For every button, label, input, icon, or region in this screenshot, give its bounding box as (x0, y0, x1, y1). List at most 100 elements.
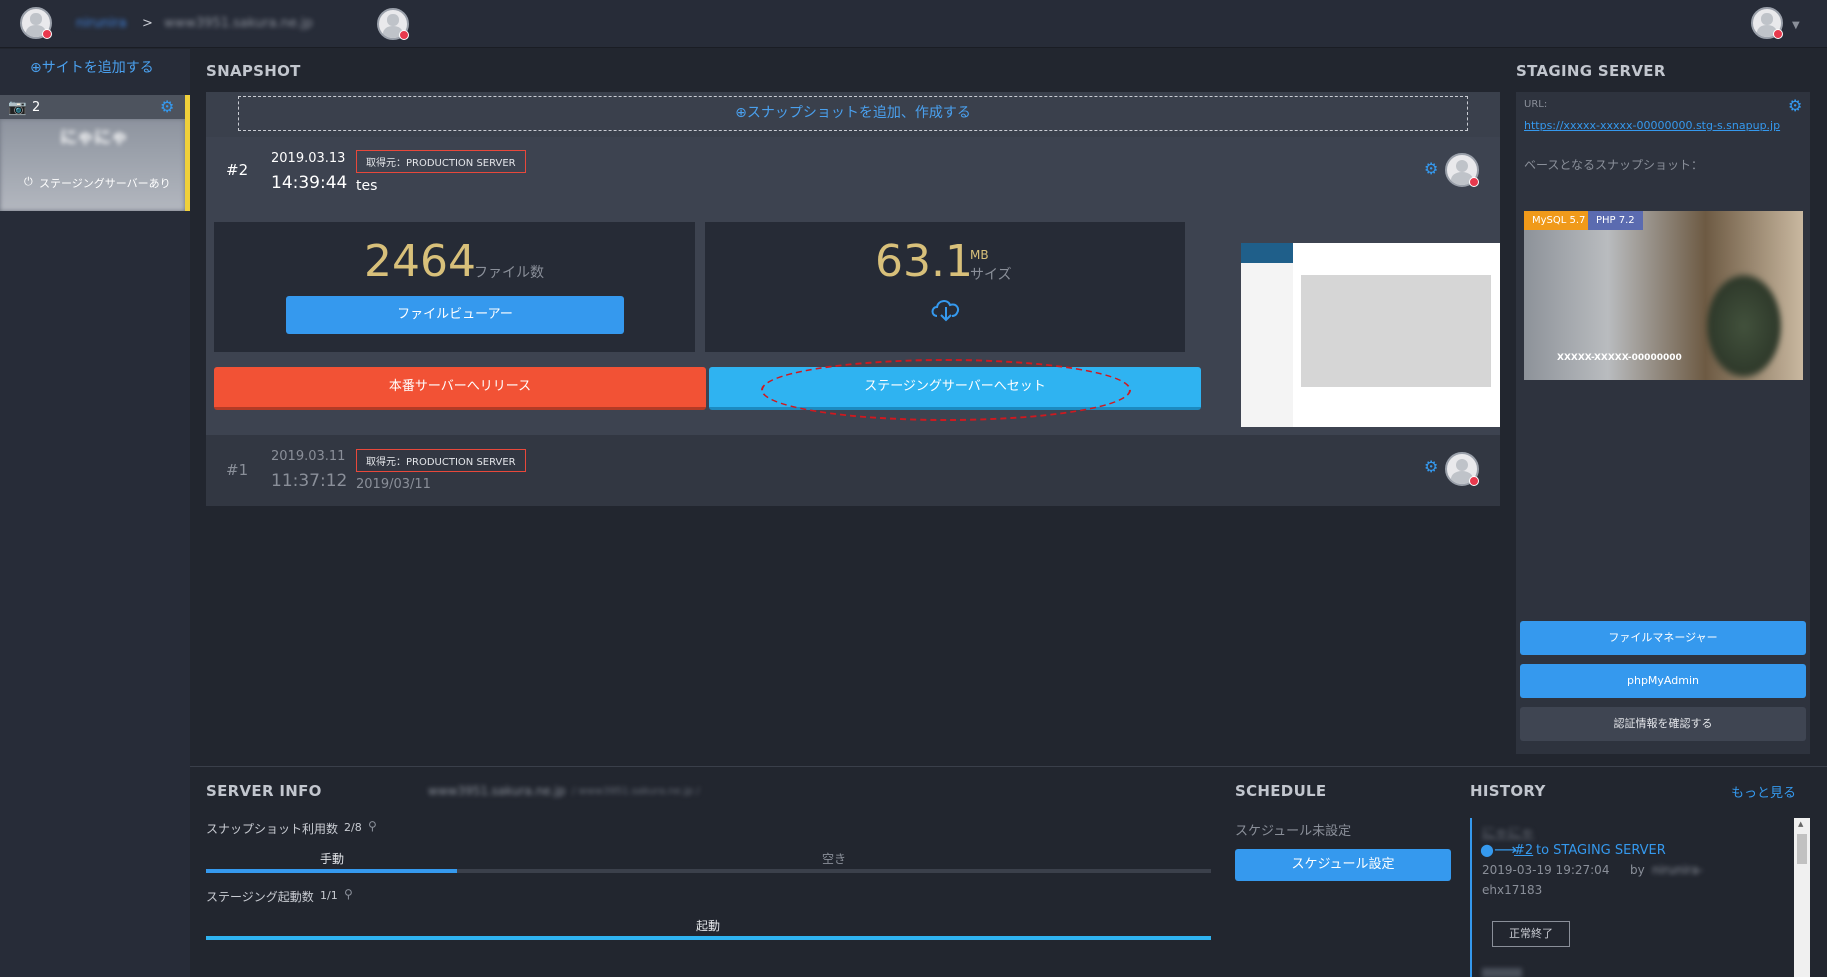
auth-info-button[interactable]: 認証情報を確認する (1520, 707, 1806, 741)
staging-usage-label: ステージング起動数 (206, 890, 314, 904)
staging-url-label: URL: (1524, 99, 1548, 110)
manual-label: 手動 (320, 852, 345, 866)
top-bar: nirunira > www3951.sakura.ne.jp ▼ (0, 0, 1827, 48)
file-count-value: 2464 (364, 236, 476, 287)
site-name-link[interactable]: www3951.sakura.ne.jp (164, 16, 313, 31)
running-label: 起動 (696, 919, 721, 933)
snapshot-number: #1 (226, 461, 249, 479)
site-avatar-dot (399, 30, 409, 40)
snapshot-settings-gear-icon[interactable]: ⚙ (1424, 159, 1438, 178)
file-count-label: ファイル数 (474, 265, 544, 281)
power-icon: ⏻ (24, 175, 33, 188)
snapshot-count: 2 (32, 100, 41, 115)
snapshot-author-dot (1469, 476, 1479, 486)
staging-status-label: ステージングサーバーあり (39, 177, 171, 190)
pin-icon: ⚲ (368, 819, 377, 833)
snapshot-comment: tes (356, 178, 378, 194)
staging-url-link[interactable]: https://xxxxx-xxxxx-00000000.stg-s.snapu… (1524, 119, 1780, 132)
bottom-divider (190, 766, 1827, 767)
snapshot-time: 11:37:12 (271, 471, 348, 491)
snapshot-title: SNAPSHOT (206, 62, 301, 80)
staging-usage-bar-fill (206, 936, 1211, 940)
snapshot-usage-bar-fill (206, 869, 458, 873)
staging-preview[interactable]: MySQL 5.7 PHP 7.2 XXXXX-XXXXX-00000000 (1524, 211, 1803, 380)
snapshot-number: #2 (226, 161, 249, 179)
site-card-title: にゃにゃ (60, 128, 128, 148)
plus-circle-icon: ⊕ (30, 60, 42, 76)
add-site-label: サイトを追加する (41, 60, 154, 76)
snapshot-item-2: #2 2019.03.13 14:39:44 取得元：PRODUCTION SE… (206, 137, 1500, 435)
history-target: to STAGING SERVER (1536, 843, 1666, 858)
snapshot-date: 2019.03.11 (271, 449, 346, 464)
pin-icon: ⚲ (344, 887, 353, 901)
staging-title: STAGING SERVER (1516, 62, 1666, 80)
add-site-button[interactable]: ⊕サイトを追加する (30, 57, 154, 77)
server-host: www3951.sakura.ne.jp (428, 784, 566, 798)
site-card[interactable]: 📷 2 ⚙ にゃにゃ ⏻ ステージングサーバーあり (0, 95, 190, 211)
history-list: にゃにゃ ●⟶ #2 to STAGING SERVER 2019-03-19 … (1470, 818, 1812, 977)
plus-circle-icon: ⊕ (735, 105, 747, 121)
history-site: にゃにゃ (1482, 826, 1535, 841)
schedule-status: スケジュール未設定 (1235, 824, 1352, 839)
snapshot-usage-bar (206, 869, 1211, 873)
history-more-link[interactable]: もっと見る (1731, 782, 1796, 801)
base-snapshot-label: ベースとなるスナップショット： (1524, 158, 1704, 172)
history-user-id: ehx17183 (1482, 883, 1543, 897)
staging-usage-value: 1/1 (320, 889, 338, 902)
file-manager-button[interactable]: ファイルマネージャー (1520, 621, 1806, 655)
snapshot-source-tag: 取得元：PRODUCTION SERVER (356, 449, 526, 472)
size-unit: MB (970, 248, 989, 262)
size-value: 63.1 (875, 236, 973, 287)
file-count-box: 2464 ファイル数 ファイルビューアー (214, 222, 695, 352)
snapshot-date: 2019.03.13 (271, 151, 346, 166)
snapshot-comment: 2019/03/11 (356, 477, 431, 492)
preview-image-placeholder (1301, 275, 1491, 387)
size-box: 63.1 MB サイズ (705, 222, 1185, 352)
schedule-settings-button[interactable]: スケジュール設定 (1235, 849, 1451, 881)
snapshot-preview[interactable] (1241, 200, 1500, 427)
preview-caption: XXXXX-XXXXX-00000000 (1557, 353, 1682, 363)
add-snapshot-label: スナップショットを追加、作成する (746, 105, 971, 121)
snapshot-settings-gear-icon[interactable]: ⚙ (1424, 457, 1438, 476)
history-next-site (1482, 968, 1522, 977)
site-sidebar: ⊕サイトを追加する 📷 2 ⚙ にゃにゃ ⏻ ステージングサーバーあり (0, 49, 190, 977)
chevron-down-icon[interactable]: ▼ (1792, 20, 1800, 31)
snapshot-time: 14:39:44 (271, 173, 348, 193)
staging-panel: URL: ⚙ https://xxxxx-xxxxx-00000000.stg-… (1516, 92, 1810, 754)
history-user: nirunira- (1652, 863, 1704, 877)
file-viewer-button[interactable]: ファイルビューアー (286, 296, 624, 334)
snapshot-usage-label: スナップショット利用数 (206, 822, 339, 836)
snapshot-author-dot (1469, 177, 1479, 187)
scrollbar-thumb[interactable] (1797, 834, 1807, 864)
phpmyadmin-button[interactable]: phpMyAdmin (1520, 664, 1806, 698)
history-title: HISTORY (1470, 782, 1546, 800)
staging-button-highlight-ellipse (761, 359, 1131, 421)
preview-sidebar-tab (1241, 243, 1293, 263)
server-host-sub: / www3951.sakura.ne.jp / (572, 786, 700, 797)
notification-dot (42, 29, 52, 39)
preview-sidebar (1241, 263, 1293, 427)
snapshot-usage-value: 2/8 (344, 821, 362, 834)
camera-icon: 📷 (8, 98, 27, 116)
scrollbar-up-arrow[interactable]: ▲ (1798, 820, 1803, 828)
add-snapshot-button[interactable]: ⊕スナップショットを追加、作成する (238, 96, 1468, 131)
snapshot-item-1: #1 2019.03.11 11:37:12 取得元：PRODUCTION SE… (206, 435, 1500, 506)
release-to-production-button[interactable]: 本番サーバーへリリース (214, 367, 706, 410)
staging-settings-gear-icon[interactable]: ⚙ (1788, 96, 1802, 115)
site-card-header (0, 95, 185, 119)
schedule-title: SCHEDULE (1235, 782, 1327, 800)
arrow-right-icon: ●⟶ (1480, 840, 1517, 859)
mysql-badge: MySQL 5.7 (1524, 211, 1594, 230)
size-label: サイズ (970, 267, 1012, 283)
user-name-link[interactable]: nirunira (76, 16, 127, 31)
history-by-label: by (1630, 863, 1645, 877)
history-scrollbar[interactable]: ▲ (1794, 818, 1810, 977)
download-icon[interactable] (929, 296, 963, 322)
php-badge: PHP 7.2 (1588, 211, 1643, 230)
server-info-title: SERVER INFO (206, 782, 322, 800)
preview-plant-shape (1704, 271, 1784, 380)
snapshot-panel: ⊕スナップショットを追加、作成する #2 2019.03.13 14:39:44… (206, 92, 1500, 506)
site-settings-gear-icon[interactable]: ⚙ (160, 97, 174, 116)
history-snapshot-link[interactable]: #2 (1514, 843, 1533, 858)
staging-usage-bar (206, 936, 1211, 940)
